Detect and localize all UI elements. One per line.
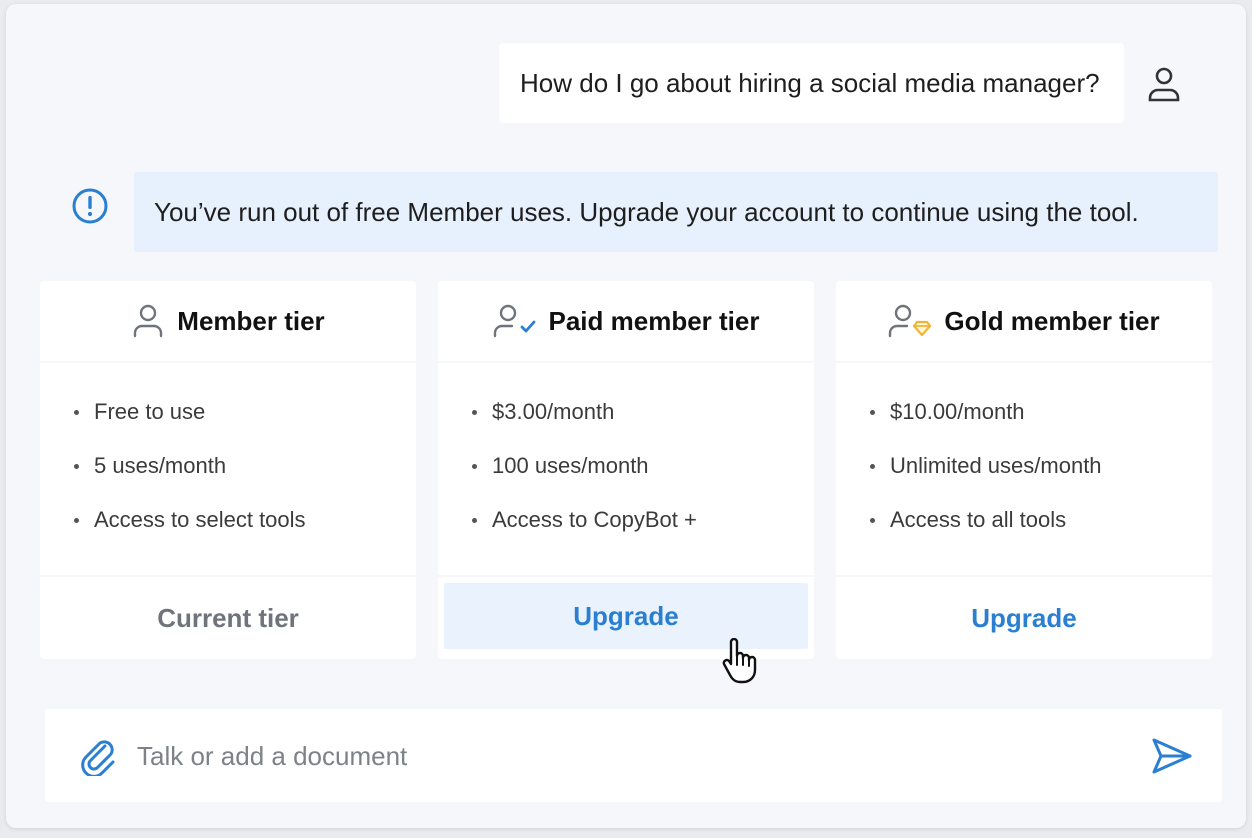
user-check-icon (493, 304, 535, 338)
tier-features: $10.00/month Unlimited uses/month Access… (836, 363, 1212, 575)
upgrade-button-label: Upgrade (573, 600, 679, 631)
current-tier-text: Current tier (157, 602, 299, 633)
feature-item: Access to select tools (74, 493, 416, 547)
chat-window: How do I go about hiring a social media … (6, 4, 1246, 828)
tier-header: Paid member tier (438, 281, 814, 361)
upgrade-button-gold[interactable]: Upgrade (836, 577, 1212, 659)
send-icon[interactable] (1151, 737, 1193, 775)
alert-text: You’ve run out of free Member uses. Upgr… (154, 196, 1139, 227)
tier-header: Member tier (40, 281, 416, 361)
user-message-bubble: How do I go about hiring a social media … (499, 43, 1124, 123)
user-message-text: How do I go about hiring a social media … (520, 67, 1100, 98)
feature-item: Access to CopyBot + (472, 493, 814, 547)
tier-card-gold-member: Gold member tier $10.00/month Unlimited … (836, 281, 1212, 660)
tier-card-member: Member tier Free to use 5 uses/month Acc… (40, 281, 416, 660)
feature-item: $10.00/month (870, 385, 1212, 439)
user-icon (1148, 67, 1180, 102)
tier-title: Gold member tier (944, 305, 1160, 336)
user-icon (134, 304, 163, 338)
tier-card-paid-member: Paid member tier $3.00/month 100 uses/mo… (438, 281, 814, 660)
tier-title: Paid member tier (548, 305, 760, 336)
tier-features: $3.00/month 100 uses/month Access to Cop… (438, 363, 814, 575)
feature-item: Access to all tools (870, 493, 1212, 547)
message-input[interactable] (137, 733, 1117, 779)
tier-features: Free to use 5 uses/month Access to selec… (40, 363, 416, 575)
feature-item: 5 uses/month (74, 439, 416, 493)
feature-item: Free to use (74, 385, 416, 439)
tier-title: Member tier (177, 305, 325, 336)
paperclip-icon[interactable] (79, 736, 117, 776)
hand-pointer-cursor-icon (722, 638, 757, 684)
feature-item: 100 uses/month (472, 439, 814, 493)
feature-item: $3.00/month (472, 385, 814, 439)
current-tier-label: Current tier (40, 577, 416, 659)
usage-limit-alert: You’ve run out of free Member uses. Upgr… (134, 172, 1218, 252)
upgrade-button-label: Upgrade (971, 602, 1077, 633)
tier-header: Gold member tier (836, 281, 1212, 361)
user-diamond-icon (889, 304, 932, 338)
info-circle-icon (72, 188, 108, 224)
feature-item: Unlimited uses/month (870, 439, 1212, 493)
message-composer (45, 709, 1222, 802)
